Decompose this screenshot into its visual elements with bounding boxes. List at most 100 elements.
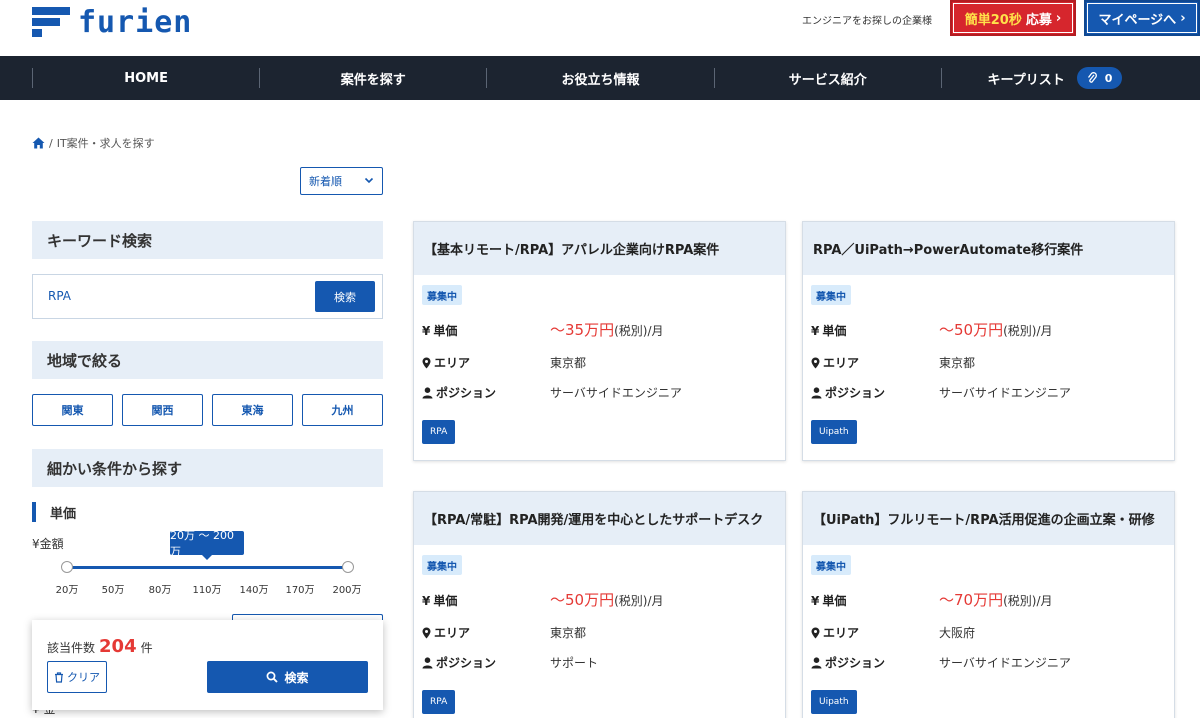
nav-label: 案件を探す bbox=[340, 72, 406, 88]
nav-item-find-jobs[interactable]: 案件を探す bbox=[260, 56, 486, 100]
region-button-kansai[interactable]: 関西 bbox=[122, 394, 203, 426]
position-label: ポジション bbox=[422, 654, 496, 671]
skill-tag[interactable]: Uipath bbox=[811, 690, 857, 714]
price-value: 〜70万円(税別)/月 bbox=[939, 591, 1053, 609]
keep-count: 0 bbox=[1104, 71, 1113, 85]
quick-apply-button[interactable]: 簡単20秒 応募 › bbox=[950, 0, 1076, 36]
user-icon bbox=[811, 656, 822, 668]
mypage-label: マイページへ bbox=[1098, 12, 1177, 28]
apply-prefix: 簡単20秒 bbox=[964, 12, 1022, 28]
search-icon bbox=[267, 671, 279, 683]
region-button-kyushu[interactable]: 九州 bbox=[302, 394, 383, 426]
region-button-kanto[interactable]: 関東 bbox=[32, 394, 113, 426]
company-link[interactable]: エンジニアをお探しの企業様 bbox=[802, 12, 932, 27]
area-label: エリア bbox=[422, 624, 470, 641]
nav-item-keep-list[interactable]: キープリスト 0 bbox=[942, 56, 1168, 100]
area-value: 東京都 bbox=[550, 356, 587, 370]
price-subheading: 単価 bbox=[32, 502, 76, 522]
chevron-down-icon bbox=[364, 177, 374, 184]
clear-label: クリア bbox=[67, 671, 100, 684]
area-value: 大阪府 bbox=[939, 626, 976, 640]
status-badge: 募集中 bbox=[422, 285, 462, 305]
chevron-right-icon: › bbox=[1180, 10, 1186, 26]
breadcrumb-current: IT案件・求人を探す bbox=[56, 137, 155, 150]
job-card[interactable]: 【基本リモート/RPA】アパレル企業向けRPA案件 募集中 ¥ 単価 〜35万円(… bbox=[413, 221, 786, 461]
slider-tick: 80万 bbox=[148, 585, 172, 596]
job-title[interactable]: 【RPA/常駐】RPA開発/運用を中心としたサポートデスク bbox=[414, 492, 785, 545]
nav-label: お役立ち情報 bbox=[561, 72, 640, 88]
user-icon bbox=[811, 386, 822, 398]
status-badge: 募集中 bbox=[422, 555, 462, 575]
breadcrumb: / IT案件・求人を探す bbox=[32, 135, 155, 151]
price-label: ¥ 単価 bbox=[422, 593, 458, 609]
nav-item-home[interactable]: HOME bbox=[33, 56, 259, 100]
price-label: ¥ 単価 bbox=[811, 323, 847, 339]
keyword-heading: キーワード検索 bbox=[32, 221, 383, 259]
job-card[interactable]: RPA／UiPath→PowerAutomate移行案件 募集中 ¥ 単価 〜50… bbox=[802, 221, 1175, 461]
search-label: 検索 bbox=[284, 670, 309, 685]
keyword-input[interactable]: RPA bbox=[48, 289, 71, 303]
slider-tick: 20万 bbox=[55, 585, 79, 596]
position-value: サーバサイドエンジニア bbox=[939, 656, 1071, 670]
map-pin-icon bbox=[422, 357, 431, 368]
logo-mark-icon bbox=[32, 7, 70, 37]
search-button[interactable]: 検索 bbox=[207, 661, 368, 693]
skill-tag[interactable]: RPA bbox=[422, 690, 456, 714]
position-value: サポート bbox=[550, 656, 599, 670]
sort-select[interactable]: 新着順 bbox=[300, 167, 383, 195]
nav-label: キープリスト bbox=[987, 72, 1065, 88]
slider-max-handle[interactable] bbox=[342, 561, 354, 573]
yen-icon: ¥ bbox=[811, 593, 820, 608]
nav-label: サービス紹介 bbox=[788, 72, 867, 88]
price-label: ¥ 単価 bbox=[811, 593, 847, 609]
price-value: 〜50万円(税別)/月 bbox=[550, 591, 664, 609]
main-nav: HOME 案件を探す お役立ち情報 サービス紹介 キープリスト 0 bbox=[0, 56, 1200, 100]
home-icon[interactable] bbox=[32, 137, 45, 149]
keyword-search-button[interactable]: 検索 bbox=[315, 281, 375, 312]
keep-count-badge: 0 bbox=[1076, 67, 1123, 89]
position-label: ポジション bbox=[811, 384, 885, 401]
result-unit: 件 bbox=[140, 641, 153, 655]
job-card[interactable]: 【RPA/常駐】RPA開発/運用を中心としたサポートデスク 募集中 ¥ 単価 〜5… bbox=[413, 491, 786, 718]
price-slider-track[interactable] bbox=[67, 566, 348, 569]
job-title[interactable]: 【基本リモート/RPA】アパレル企業向けRPA案件 bbox=[414, 222, 785, 275]
area-label: エリア bbox=[422, 354, 470, 371]
site-header: furien エンジニアをお探しの企業様 簡単20秒 応募 › マイページへ › bbox=[0, 0, 1200, 56]
slider-tick: 140万 bbox=[239, 585, 269, 596]
price-value: 〜50万円(税別)/月 bbox=[939, 321, 1053, 339]
position-label: ポジション bbox=[811, 654, 885, 671]
position-label: ポジション bbox=[422, 384, 496, 401]
user-icon bbox=[422, 656, 433, 668]
price-value: 〜35万円(税別)/月 bbox=[550, 321, 664, 339]
keyword-search-box: RPA 検索 bbox=[32, 274, 383, 319]
job-card[interactable]: 【UiPath】フルリモート/RPA活用促進の企画立案・研修 募集中 ¥ 単価 〜… bbox=[802, 491, 1175, 718]
nav-item-services[interactable]: サービス紹介 bbox=[715, 56, 941, 100]
result-label: 該当件数 bbox=[47, 641, 96, 655]
mypage-button[interactable]: マイページへ › bbox=[1084, 0, 1200, 36]
nav-item-useful-info[interactable]: お役立ち情報 bbox=[487, 56, 713, 100]
area-label: エリア bbox=[811, 624, 859, 641]
skill-tag[interactable]: RPA bbox=[422, 420, 456, 444]
apply-label: 応募 bbox=[1025, 12, 1052, 28]
map-pin-icon bbox=[811, 627, 820, 638]
job-title[interactable]: 【UiPath】フルリモート/RPA活用促進の企画立案・研修 bbox=[803, 492, 1174, 545]
region-button-tokai[interactable]: 東海 bbox=[212, 394, 293, 426]
result-panel: 該当件数 204 件 クリア 検索 bbox=[32, 620, 383, 710]
slider-tick: 110万 bbox=[192, 585, 222, 596]
job-title[interactable]: RPA／UiPath→PowerAutomate移行案件 bbox=[803, 222, 1174, 275]
slider-tick: 170万 bbox=[285, 585, 315, 596]
skill-tag[interactable]: Uipath bbox=[811, 420, 857, 444]
nav-label: HOME bbox=[124, 70, 168, 86]
sort-selected: 新着順 bbox=[309, 175, 342, 188]
furien-logo[interactable]: furien bbox=[32, 4, 192, 40]
yen-icon: ¥ bbox=[422, 593, 431, 608]
clear-button[interactable]: クリア bbox=[47, 661, 107, 693]
detail-conditions-heading: 細かい条件から探す bbox=[32, 449, 383, 487]
yen-icon: ¥ bbox=[811, 323, 820, 338]
map-pin-icon bbox=[422, 627, 431, 638]
slider-tooltip: 20万 〜 200万 bbox=[170, 529, 244, 560]
status-badge: 募集中 bbox=[811, 555, 851, 575]
user-icon bbox=[422, 386, 433, 398]
result-count: 該当件数 204 件 bbox=[47, 636, 153, 657]
slider-min-handle[interactable] bbox=[61, 561, 73, 573]
